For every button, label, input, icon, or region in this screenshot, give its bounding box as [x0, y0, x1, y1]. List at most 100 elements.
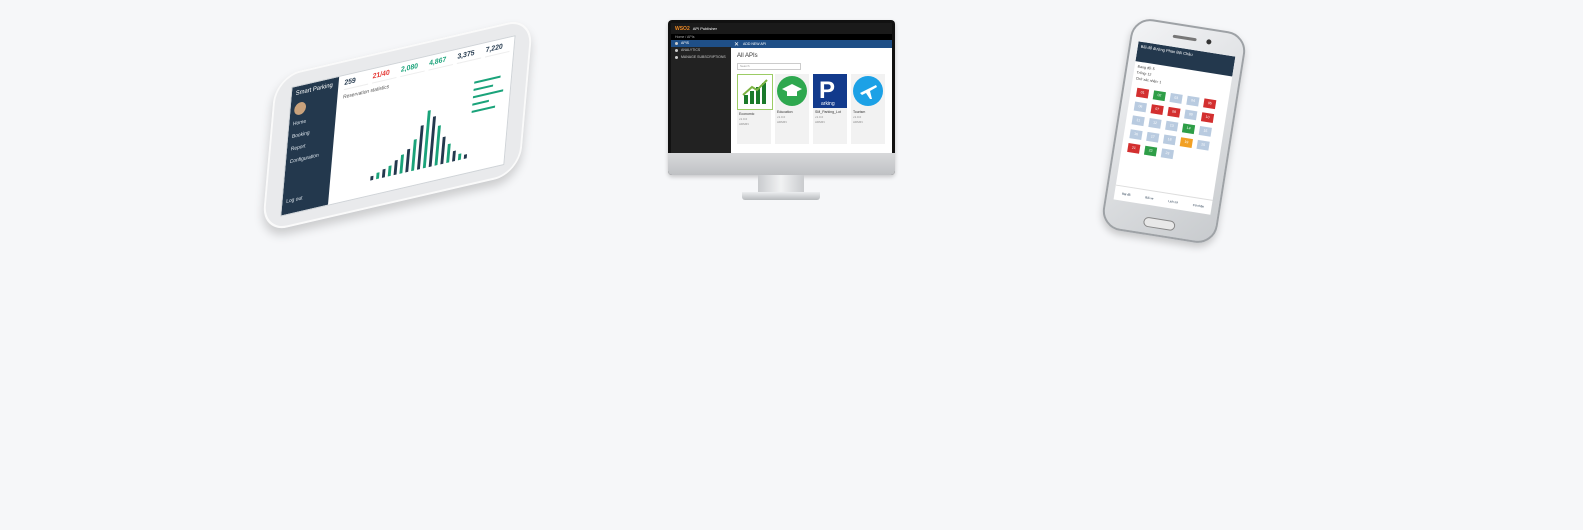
- app-logo: WSO2: [675, 25, 690, 32]
- parking-slot[interactable]: 02: [1152, 90, 1166, 102]
- api-card-name: SM_Parking_Lot: [815, 110, 841, 114]
- api-card-name: Economic: [739, 112, 755, 116]
- stat-value: 7,220: [485, 41, 511, 58]
- parking-slot[interactable]: 04: [1186, 95, 1200, 107]
- parking-slot[interactable]: 19: [1179, 137, 1193, 148]
- side-bar: [473, 84, 494, 92]
- side-bar: [472, 99, 489, 106]
- chart-bar: [381, 168, 386, 178]
- parking-slot[interactable]: 20: [1196, 139, 1210, 151]
- bottom-nav: Bãi đỗ Bãi xe Lịch sử Cá nhân: [1113, 184, 1213, 215]
- svg-text:arking: arking: [821, 101, 835, 106]
- tablet-screen: Smart Parking Home Booking Report Config…: [280, 35, 516, 217]
- chart-bar: [452, 150, 456, 162]
- nav-item-lot[interactable]: Bãi xe: [1145, 195, 1154, 200]
- parking-slot[interactable]: 10: [1200, 112, 1215, 123]
- parking-slot[interactable]: 06: [1133, 101, 1147, 113]
- desktop-monitor-mockup: WSO2 API Publisher Home / APIs APIS ANAL…: [668, 20, 895, 200]
- api-card-owner: ADMIN: [777, 120, 787, 124]
- tablet-device: Smart Parking Home Booking Report Config…: [261, 16, 534, 234]
- sidebar-item-label: APIS: [681, 41, 689, 45]
- chart-bar: [463, 154, 468, 159]
- chart-icon: [737, 74, 773, 110]
- parking-slot[interactable]: 14: [1181, 123, 1196, 135]
- chart-bar: [393, 159, 398, 176]
- parking-slot[interactable]: 05: [1203, 98, 1217, 110]
- speaker: [1172, 34, 1197, 42]
- monitor-base: [742, 192, 820, 200]
- side-bar: [472, 89, 503, 99]
- api-card-owner: ADMIN: [739, 122, 749, 126]
- tablet-mockup: Smart Parking Home Booking Report Config…: [255, 16, 545, 234]
- chart-bar: [399, 154, 405, 174]
- api-card-list: Economic v1.0.0 ADMIN Education v1.0.0 A…: [731, 72, 892, 146]
- api-card-name: Education: [777, 110, 793, 114]
- airplane-icon: [851, 74, 885, 108]
- chart-bar: [370, 175, 374, 181]
- nav-item-profile[interactable]: Cá nhân: [1193, 203, 1205, 209]
- phone-device: Bãi đỗ đường Phan Bội Châu Đang đỗ: 5 Tr…: [1099, 16, 1249, 246]
- api-card-owner: ADMIN: [853, 120, 863, 124]
- parking-slot[interactable]: 07: [1150, 104, 1164, 115]
- monitor-chin: [668, 153, 895, 175]
- phone-screen: Bãi đỗ đường Phan Bội Châu Đang đỗ: 5 Tr…: [1113, 41, 1236, 215]
- chart-bar: [405, 148, 411, 173]
- chart-bar: [440, 136, 446, 165]
- parking-slot[interactable]: 22: [1143, 145, 1158, 157]
- api-card-parking[interactable]: Parking SM_Parking_Lot v1.0.0 ADMIN: [813, 74, 847, 144]
- avatar: [293, 100, 307, 117]
- tablet-brand: Smart Parking: [295, 82, 333, 98]
- stat-value: 259: [343, 74, 370, 91]
- sidebar-item-analytics[interactable]: ANALYTICS: [671, 47, 731, 54]
- sidebar-item-label: ANALYTICS: [681, 48, 701, 52]
- side-bar: [474, 75, 501, 84]
- sidebar: APIS ANALYTICS MANAGE SUBSCRIPTIONS: [671, 40, 731, 153]
- add-api-button[interactable]: ADD NEW API: [743, 42, 766, 46]
- parking-slot[interactable]: 11: [1131, 115, 1145, 127]
- monitor-screen: WSO2 API Publisher Home / APIs APIS ANAL…: [671, 23, 892, 153]
- parking-slot[interactable]: 21: [1127, 143, 1141, 154]
- graduation-cap-icon: [775, 74, 809, 108]
- parking-slot[interactable]: 15: [1198, 126, 1212, 137]
- stat-value: 3,375: [456, 48, 483, 65]
- parking-slot[interactable]: 01: [1135, 87, 1150, 99]
- parking-icon: Parking: [813, 74, 847, 108]
- chart-bar: [446, 143, 451, 164]
- parking-slot[interactable]: 17: [1146, 131, 1160, 143]
- main-toolbar: ✕ ADD NEW API: [731, 40, 892, 48]
- svg-text:P: P: [819, 77, 835, 104]
- apis-icon: [675, 42, 678, 45]
- stat-value: 21/40: [371, 67, 398, 84]
- chart-bar: [387, 165, 392, 177]
- phone-mockup: Bãi đỗ đường Phan Bội Châu Đang đỗ: 5 Tr…: [1098, 16, 1249, 246]
- side-bar: [471, 105, 495, 114]
- parking-slot[interactable]: 08: [1167, 106, 1181, 118]
- monitor-frame: WSO2 API Publisher Home / APIs APIS ANAL…: [668, 20, 895, 175]
- reservation-chart: [370, 93, 483, 181]
- main-content: ✕ ADD NEW API All APIs Search Economic v…: [731, 40, 892, 153]
- nav-item-history[interactable]: Lịch sử: [1168, 199, 1178, 204]
- sidebar-item-manage-subscriptions[interactable]: MANAGE SUBSCRIPTIONS: [671, 54, 731, 61]
- api-card-education[interactable]: Education v1.0.0 ADMIN: [775, 74, 809, 144]
- api-card-name: Tourism: [853, 110, 866, 114]
- close-icon[interactable]: ✕: [734, 41, 739, 48]
- analytics-icon: [675, 49, 678, 52]
- tablet-logout[interactable]: Log out: [282, 191, 307, 209]
- api-card-economic[interactable]: Economic v1.0.0 ADMIN: [737, 74, 773, 144]
- parking-slot[interactable]: 13: [1165, 120, 1179, 132]
- camera-icon: [1206, 38, 1212, 45]
- parking-slot[interactable]: 23: [1160, 148, 1174, 160]
- sidebar-item-apis[interactable]: APIS: [671, 40, 731, 47]
- parking-slot[interactable]: 18: [1162, 134, 1177, 146]
- gear-icon: [675, 56, 678, 59]
- nav-item-parking[interactable]: Bãi đỗ: [1122, 192, 1131, 197]
- parking-slot[interactable]: 09: [1184, 109, 1198, 121]
- parking-slot[interactable]: 12: [1148, 118, 1162, 129]
- api-card-tourism[interactable]: Tourism v1.0.0 ADMIN: [851, 74, 885, 144]
- app-title: API Publisher: [692, 26, 717, 31]
- parking-slot[interactable]: 16: [1129, 129, 1143, 140]
- search-input[interactable]: Search: [737, 63, 801, 70]
- chart-bar: [376, 172, 380, 180]
- sidebar-item-label: MANAGE SUBSCRIPTIONS: [681, 55, 726, 59]
- parking-slot[interactable]: 03: [1169, 93, 1183, 104]
